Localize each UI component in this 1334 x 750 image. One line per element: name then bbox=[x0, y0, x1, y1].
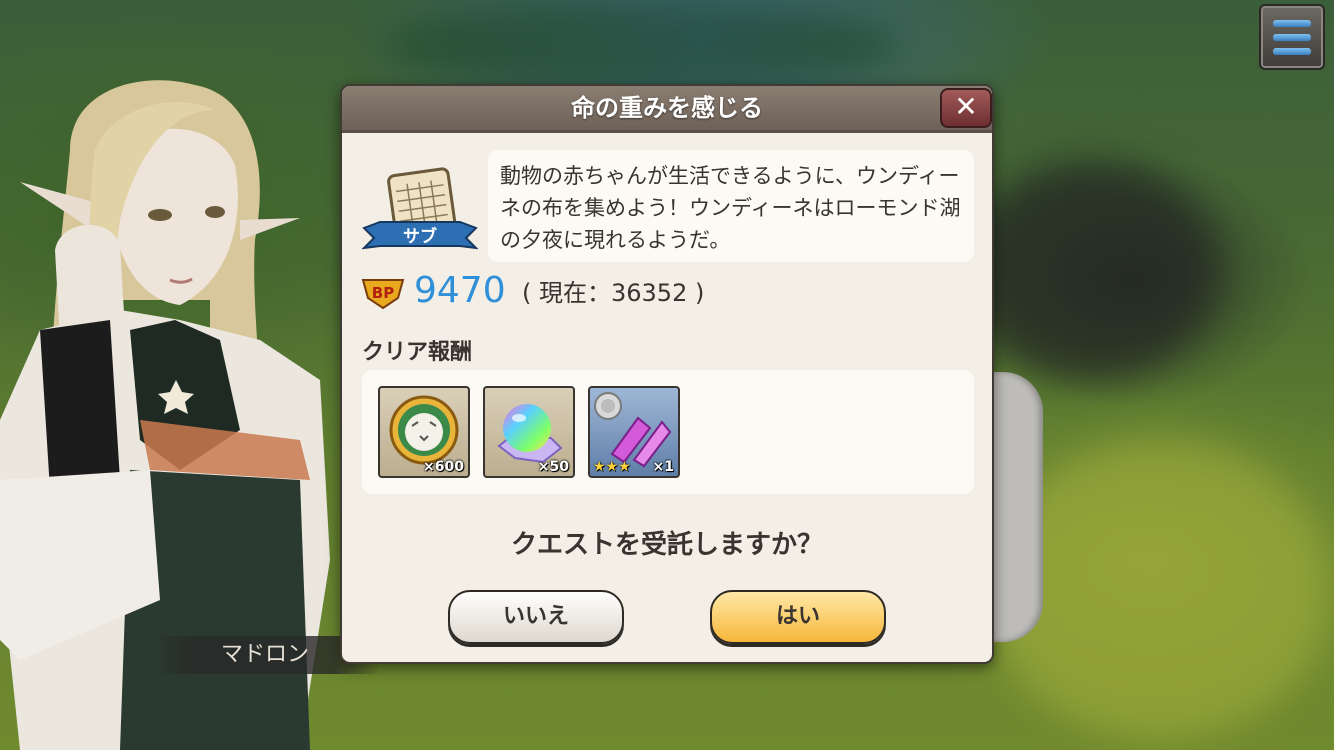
reward-quantity: ×1 bbox=[652, 459, 674, 475]
rewards-title: クリア報酬 bbox=[362, 340, 473, 365]
background-trees bbox=[960, 160, 1220, 380]
yes-button[interactable]: はい bbox=[710, 590, 886, 644]
background-foliage bbox=[380, 0, 900, 90]
accept-prompt: クエストを受託しますか？ bbox=[510, 530, 823, 560]
bp-icon-label: BP bbox=[372, 284, 394, 302]
bp-current-value: ( 現在：36352 ) bbox=[522, 279, 705, 307]
reward-item-rainbow-orb[interactable]: ×50 bbox=[483, 386, 575, 478]
menu-icon-bar bbox=[1273, 48, 1311, 55]
reward-item-tiger-coin[interactable]: ×600 bbox=[378, 386, 470, 478]
quest-dialog: 命の重みを感じる ✕ サブ 動物の赤ちゃんが生活できるように、ウンディーネの布を… bbox=[340, 84, 994, 664]
quest-description: 動物の赤ちゃんが生活できるように、ウンディーネの布を集めよう！ウンディーネはロー… bbox=[500, 164, 961, 252]
bp-required-value: 9470 bbox=[414, 270, 506, 311]
sub-quest-label: サブ bbox=[403, 226, 437, 247]
no-button[interactable]: いいえ bbox=[448, 590, 624, 644]
reward-rarity-stars: ★★★ bbox=[593, 459, 631, 475]
menu-icon-bar bbox=[1273, 20, 1311, 27]
menu-icon-bar bbox=[1273, 34, 1311, 41]
description-box: 動物の赤ちゃんが生活できるように、ウンディーネの布を集めよう！ウンディーネはロー… bbox=[488, 150, 974, 262]
reward-quantity: ×50 bbox=[537, 459, 569, 475]
menu-button[interactable] bbox=[1259, 4, 1325, 70]
bp-icon: BP bbox=[361, 279, 405, 310]
sub-quest-icon: サブ bbox=[362, 167, 478, 250]
quest-title: 命の重みを感じる bbox=[571, 94, 763, 122]
reward-quantity: ×600 bbox=[423, 459, 464, 475]
close-button[interactable]: ✕ bbox=[940, 88, 992, 128]
rewards-box: ×600 ×50 ★★★ ×1 bbox=[362, 370, 974, 494]
reward-item-crystal-shard[interactable]: ★★★ ×1 bbox=[588, 386, 680, 478]
game-scene: マドロン 命の重みを感じる ✕ サブ 動物の赤ちゃんが生活できるように、ウンディ… bbox=[0, 0, 1334, 750]
